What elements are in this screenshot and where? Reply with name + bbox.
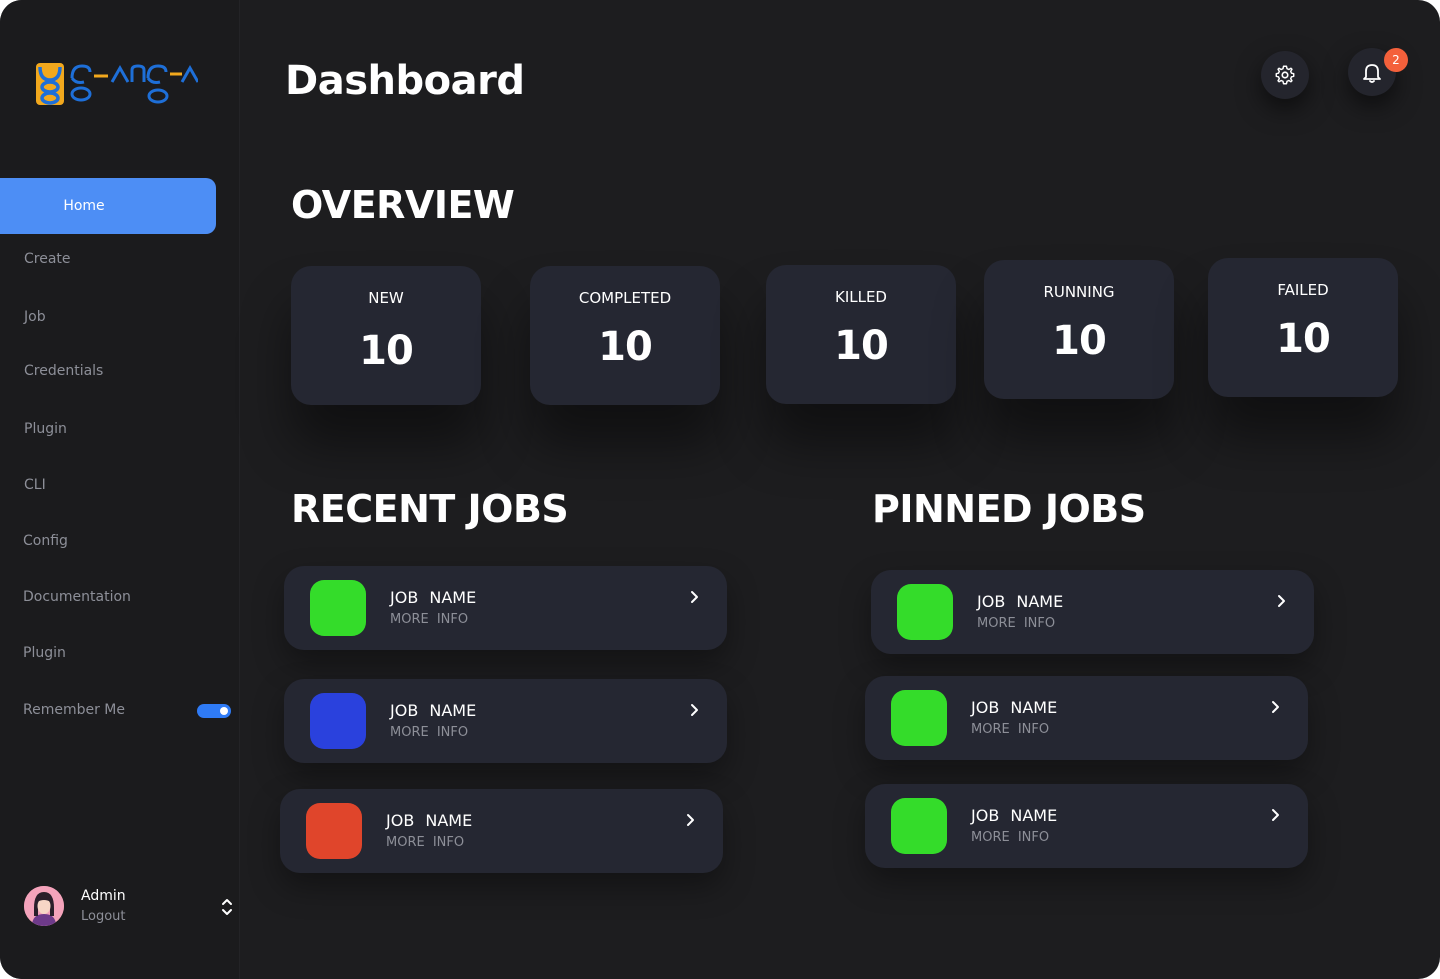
page-title: Dashboard [285, 58, 525, 104]
chevron-right-icon[interactable] [1268, 808, 1282, 822]
bell-icon [1363, 64, 1381, 83]
sidebar: Home Create Job Credentials Plugin CLI C… [0, 0, 240, 979]
chevron-right-icon[interactable] [1268, 700, 1282, 714]
ganga-logo [36, 63, 198, 105]
job-name: JOB NAME [390, 701, 477, 720]
job-name: JOB NAME [971, 698, 1058, 717]
job-status-swatch [310, 693, 366, 749]
recent-job-card[interactable]: JOB NAME MORE INFO [280, 789, 723, 873]
stat-card-new[interactable]: NEW 10 [291, 266, 481, 405]
sidebar-item-documentation[interactable]: Documentation [23, 589, 131, 605]
remember-me-label: Remember Me [23, 702, 125, 718]
sidebar-item-plugin-2[interactable]: Plugin [23, 645, 66, 661]
pinned-job-card[interactable]: JOB NAME MORE INFO [871, 570, 1314, 654]
job-more-info: MORE INFO [971, 830, 1050, 845]
recent-jobs-title: RECENT JOBS [291, 487, 569, 531]
job-status-swatch [897, 584, 953, 640]
stat-card-killed[interactable]: KILLED 10 [766, 265, 956, 404]
stat-card-failed[interactable]: FAILED 10 [1208, 258, 1398, 397]
job-status-swatch [891, 798, 947, 854]
stat-value: 10 [1276, 316, 1331, 362]
sidebar-item-label: Home [63, 198, 105, 214]
job-more-info: MORE INFO [971, 722, 1050, 737]
stat-value: 10 [1052, 318, 1107, 364]
job-name: JOB NAME [977, 592, 1064, 611]
gear-icon [1275, 65, 1295, 85]
job-name: JOB NAME [386, 811, 473, 830]
stat-label: RUNNING [1043, 283, 1115, 301]
job-more-info: MORE INFO [386, 835, 465, 850]
sidebar-item-credentials[interactable]: Credentials [24, 363, 103, 379]
stat-label: FAILED [1277, 281, 1329, 299]
remember-me-row: Remember Me [23, 702, 233, 720]
pinned-job-card[interactable]: JOB NAME MORE INFO [865, 676, 1308, 760]
toggle-knob [220, 707, 228, 715]
app-window: Home Create Job Credentials Plugin CLI C… [0, 0, 1440, 979]
stat-card-completed[interactable]: COMPLETED 10 [530, 266, 720, 405]
job-more-info: MORE INFO [390, 725, 469, 740]
user-name: Admin [81, 888, 126, 904]
settings-button[interactable] [1261, 51, 1309, 99]
notification-badge: 2 [1384, 48, 1408, 72]
stat-value: 10 [359, 328, 414, 374]
chevron-right-icon[interactable] [687, 590, 701, 604]
sidebar-item-cli[interactable]: CLI [24, 477, 46, 493]
stat-label: KILLED [834, 288, 887, 306]
user-profile: Admin Logout [24, 884, 240, 928]
sidebar-item-home[interactable]: Home [0, 178, 216, 234]
stat-value: 10 [598, 324, 653, 370]
chevron-right-icon[interactable] [1274, 594, 1288, 608]
recent-job-card[interactable]: JOB NAME MORE INFO [284, 566, 727, 650]
stat-value: 10 [834, 323, 889, 369]
sidebar-item-config[interactable]: Config [23, 533, 68, 549]
overview-title: OVERVIEW [291, 183, 515, 227]
avatar[interactable] [24, 886, 64, 926]
pinned-job-card[interactable]: JOB NAME MORE INFO [865, 784, 1308, 868]
pinned-jobs-title: PINNED JOBS [872, 487, 1146, 531]
stat-label: COMPLETED [578, 289, 672, 307]
chevron-right-icon[interactable] [683, 813, 697, 827]
recent-job-card[interactable]: JOB NAME MORE INFO [284, 679, 727, 763]
chevron-up-down-icon[interactable] [220, 896, 234, 918]
remember-me-toggle[interactable] [197, 704, 231, 718]
sidebar-item-plugin[interactable]: Plugin [24, 421, 67, 437]
job-name: JOB NAME [971, 806, 1058, 825]
job-status-swatch [891, 690, 947, 746]
job-name: JOB NAME [390, 588, 477, 607]
chevron-right-icon[interactable] [687, 703, 701, 717]
job-status-swatch [310, 580, 366, 636]
stat-card-running[interactable]: RUNNING 10 [984, 260, 1174, 399]
logout-link[interactable]: Logout [81, 909, 126, 924]
job-more-info: MORE INFO [390, 612, 469, 627]
stat-label: NEW [368, 289, 404, 307]
job-more-info: MORE INFO [977, 616, 1056, 631]
sidebar-item-create[interactable]: Create [24, 251, 71, 267]
sidebar-item-job[interactable]: Job [24, 309, 46, 325]
job-status-swatch [306, 803, 362, 859]
avatar-image [24, 886, 64, 926]
